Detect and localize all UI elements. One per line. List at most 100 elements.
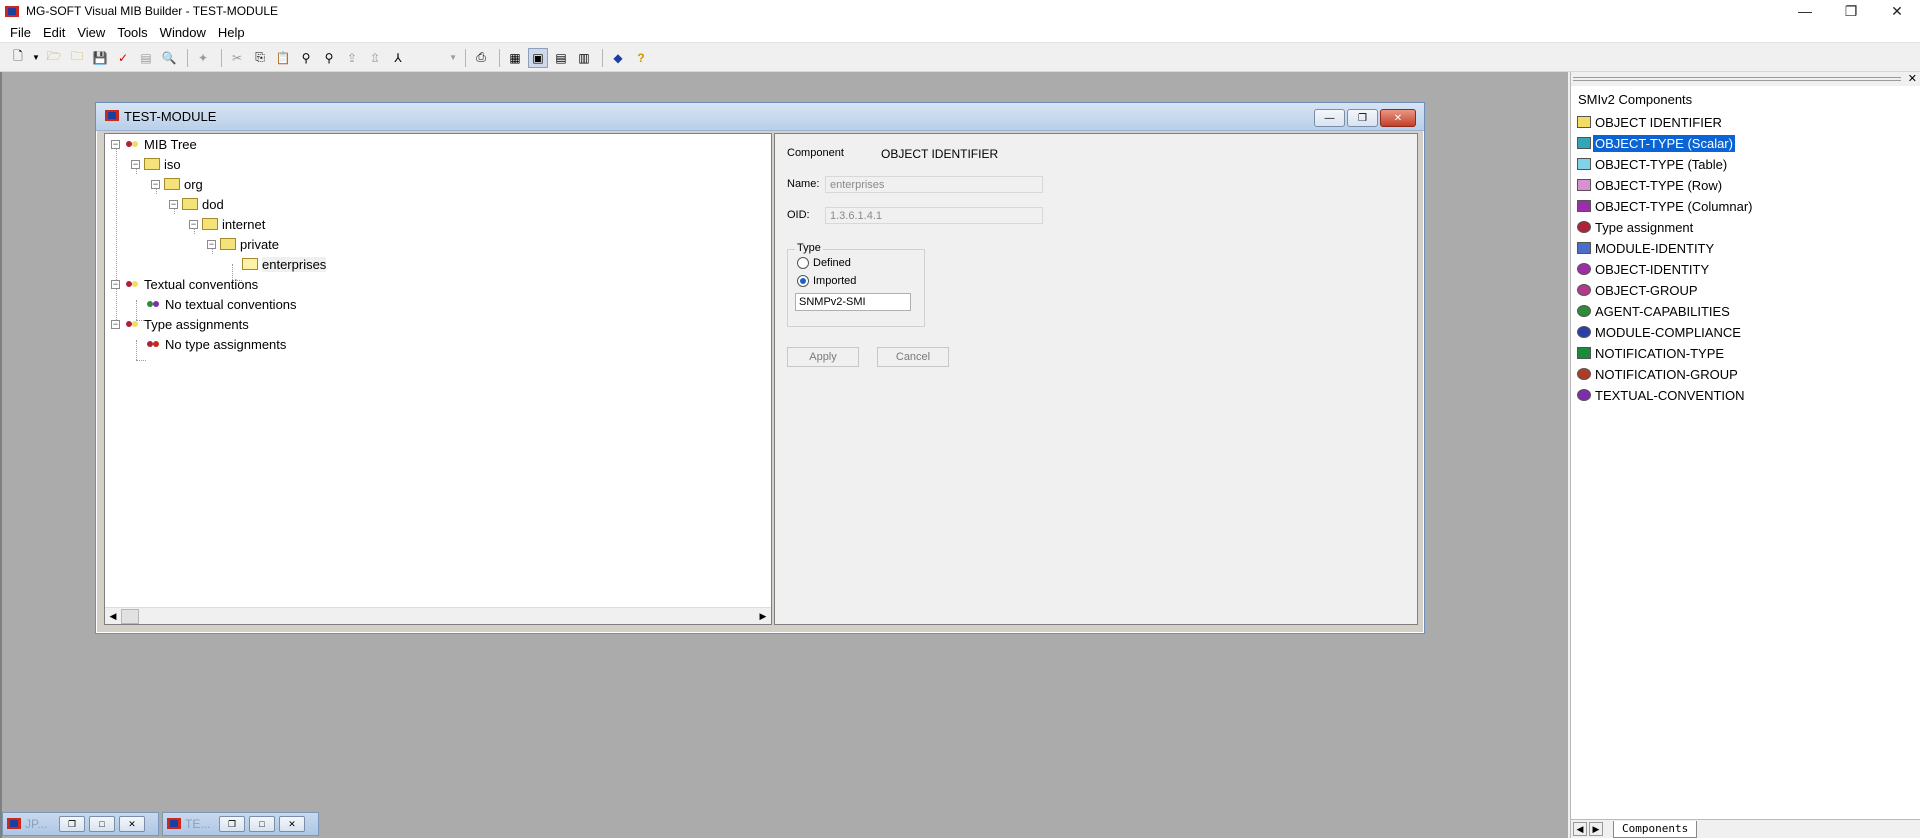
component-notification-group[interactable]: NOTIFICATION-GROUP xyxy=(1577,364,1740,384)
find-icon[interactable]: ⚲ xyxy=(296,48,316,68)
restore-button[interactable]: ❐ xyxy=(1828,0,1874,22)
component-object-type-table[interactable]: OBJECT-TYPE (Table) xyxy=(1577,154,1729,174)
collapse-toggle-icon[interactable]: − xyxy=(111,279,120,289)
menu-tools[interactable]: Tools xyxy=(111,25,153,40)
cut-icon[interactable]: ✂ xyxy=(227,48,247,68)
component-object-type-columnar[interactable]: OBJECT-TYPE (Columnar) xyxy=(1577,196,1754,216)
tab-next-icon[interactable]: ▶ xyxy=(1589,822,1603,836)
name-field[interactable]: enterprises xyxy=(825,176,1043,193)
panel-grip[interactable] xyxy=(1573,77,1901,81)
menu-help[interactable]: Help xyxy=(212,25,251,40)
imported-module-input[interactable]: SNMPv2-SMI xyxy=(795,293,911,311)
open-icon[interactable]: 🗁 xyxy=(44,48,64,68)
import-icon[interactable]: ⇪ xyxy=(342,48,362,68)
maximize-icon[interactable]: □ xyxy=(89,816,115,832)
menu-edit[interactable]: Edit xyxy=(37,25,71,40)
tree-node-private[interactable]: − private xyxy=(207,234,279,254)
menu-view[interactable]: View xyxy=(71,25,111,40)
maximize-icon[interactable]: □ xyxy=(249,816,275,832)
restore-icon[interactable]: ❐ xyxy=(219,816,245,832)
close-button[interactable]: ✕ xyxy=(1874,0,1920,22)
wand-icon[interactable]: ✦ xyxy=(193,48,213,68)
tree-node-org[interactable]: − org xyxy=(151,174,203,194)
tab-prev-icon[interactable]: ◀ xyxy=(1573,822,1587,836)
component-module-compliance[interactable]: MODULE-COMPLIANCE xyxy=(1577,322,1743,342)
component-object-type-row[interactable]: OBJECT-TYPE (Row) xyxy=(1577,175,1724,195)
scroll-right-icon[interactable]: ▶ xyxy=(755,608,771,624)
new-icon[interactable]: 🗋 xyxy=(8,48,28,68)
combo-icon[interactable]: ▼ xyxy=(411,48,457,68)
view2-icon[interactable]: ▣ xyxy=(528,47,548,68)
dropdown-icon[interactable]: ▼ xyxy=(31,48,41,68)
check-icon[interactable]: ✓ xyxy=(113,48,133,68)
collapse-toggle-icon[interactable]: − xyxy=(207,239,216,249)
collapse-toggle-icon[interactable]: − xyxy=(169,199,178,209)
preview-icon[interactable]: 🔍 xyxy=(159,48,179,68)
defined-radio[interactable]: Defined xyxy=(797,257,851,269)
mib-tree-pane[interactable]: − MIB Tree − iso − org − dod − internet … xyxy=(104,133,772,625)
toolbar: 🗋 ▼ 🗁 🗀 💾 ✓ ▤ 🔍 ✦ ✂ ⎘ 📋 ⚲ ⚲ ⇪ ⇫ ⅄ ▼ ⎙ ▦ … xyxy=(0,44,1920,72)
close-icon[interactable]: ✕ xyxy=(119,816,145,832)
restore-icon[interactable]: ❐ xyxy=(59,816,85,832)
radio-circle[interactable] xyxy=(797,275,809,287)
tree-node-label: No type assignments xyxy=(165,336,287,352)
component-textual-convention[interactable]: TEXTUAL-CONVENTION xyxy=(1577,385,1747,405)
component-object-identifier[interactable]: OBJECT IDENTIFIER xyxy=(1577,112,1724,132)
minimized-window-1[interactable]: JP... ❐ □ ✕ xyxy=(2,812,159,836)
radio-circle[interactable] xyxy=(797,257,809,269)
tree-node-textual-conventions[interactable]: − Textual conventions xyxy=(111,274,258,294)
view4-icon[interactable]: ▥ xyxy=(574,48,594,68)
tree-node-enterprises[interactable]: enterprises xyxy=(242,254,327,274)
collapse-toggle-icon[interactable]: − xyxy=(131,159,140,169)
copy-icon[interactable]: ⎘ xyxy=(250,48,270,68)
collapse-toggle-icon[interactable]: − xyxy=(151,179,160,189)
collapse-toggle-icon[interactable]: − xyxy=(189,219,198,229)
about-icon[interactable]: ◆ xyxy=(608,48,628,68)
view3-icon[interactable]: ▤ xyxy=(551,48,571,68)
collapse-toggle-icon[interactable]: − xyxy=(111,319,120,329)
component-object-identity[interactable]: OBJECT-IDENTITY xyxy=(1577,259,1711,279)
open-folder-icon[interactable]: 🗀 xyxy=(67,48,87,68)
module-close-button[interactable]: ✕ xyxy=(1380,109,1416,127)
tab-components[interactable]: Components xyxy=(1613,820,1698,838)
module-restore-button[interactable]: ❐ xyxy=(1347,109,1378,127)
tree-node-no-textual-conventions[interactable]: No textual conventions xyxy=(145,294,297,314)
oid-field[interactable]: 1.3.6.1.4.1 xyxy=(825,207,1043,224)
cancel-button[interactable]: Cancel xyxy=(877,347,949,367)
apply-button[interactable]: Apply xyxy=(787,347,859,367)
tree-node-internet[interactable]: − internet xyxy=(189,214,265,234)
export-icon[interactable]: ⇫ xyxy=(365,48,385,68)
scroll-left-icon[interactable]: ◀ xyxy=(105,608,121,624)
paste-icon[interactable]: 📋 xyxy=(273,48,293,68)
component-object-group[interactable]: OBJECT-GROUP xyxy=(1577,280,1700,300)
tree-node-no-type-assignments[interactable]: No type assignments xyxy=(145,334,286,354)
component-module-identity[interactable]: MODULE-IDENTITY xyxy=(1577,238,1716,258)
help-icon[interactable]: ? xyxy=(631,48,651,68)
tree-node-dod[interactable]: − dod xyxy=(169,194,224,214)
print-icon[interactable]: ⎙ xyxy=(471,48,491,68)
module-window-titlebar[interactable]: TEST-MODULE xyxy=(96,103,1424,131)
module-minimize-button[interactable]: — xyxy=(1314,109,1345,127)
tree-node-iso[interactable]: − iso xyxy=(131,154,181,174)
compile-icon[interactable]: ▤ xyxy=(136,48,156,68)
menu-window[interactable]: Window xyxy=(154,25,212,40)
tree-horizontal-scrollbar[interactable]: ◀ ▶ xyxy=(105,607,771,624)
component-object-type-scalar[interactable]: OBJECT-TYPE (Scalar) xyxy=(1577,133,1736,153)
find-next-icon[interactable]: ⚲ xyxy=(319,48,339,68)
component-agent-capabilities[interactable]: AGENT-CAPABILITIES xyxy=(1577,301,1732,321)
component-notification-type[interactable]: NOTIFICATION-TYPE xyxy=(1577,343,1726,363)
tree-node-type-assignments[interactable]: − Type assignments xyxy=(111,314,249,334)
ref-icon[interactable]: ⅄ xyxy=(388,48,408,68)
imported-radio[interactable]: Imported xyxy=(797,275,856,287)
collapse-toggle-icon[interactable]: − xyxy=(111,139,120,149)
panel-close-icon[interactable]: ✕ xyxy=(1908,72,1917,85)
minimize-button[interactable]: — xyxy=(1782,0,1828,22)
tree-node-mib-tree[interactable]: − MIB Tree xyxy=(111,134,197,154)
close-icon[interactable]: ✕ xyxy=(279,816,305,832)
save-icon[interactable]: 💾 xyxy=(90,48,110,68)
view1-icon[interactable]: ▦ xyxy=(505,48,525,68)
minimized-window-2[interactable]: TE... ❐ □ ✕ xyxy=(162,812,319,836)
scroll-thumb[interactable] xyxy=(121,608,139,624)
menu-file[interactable]: File xyxy=(4,25,37,40)
component-type-assignment[interactable]: Type assignment xyxy=(1577,217,1695,237)
